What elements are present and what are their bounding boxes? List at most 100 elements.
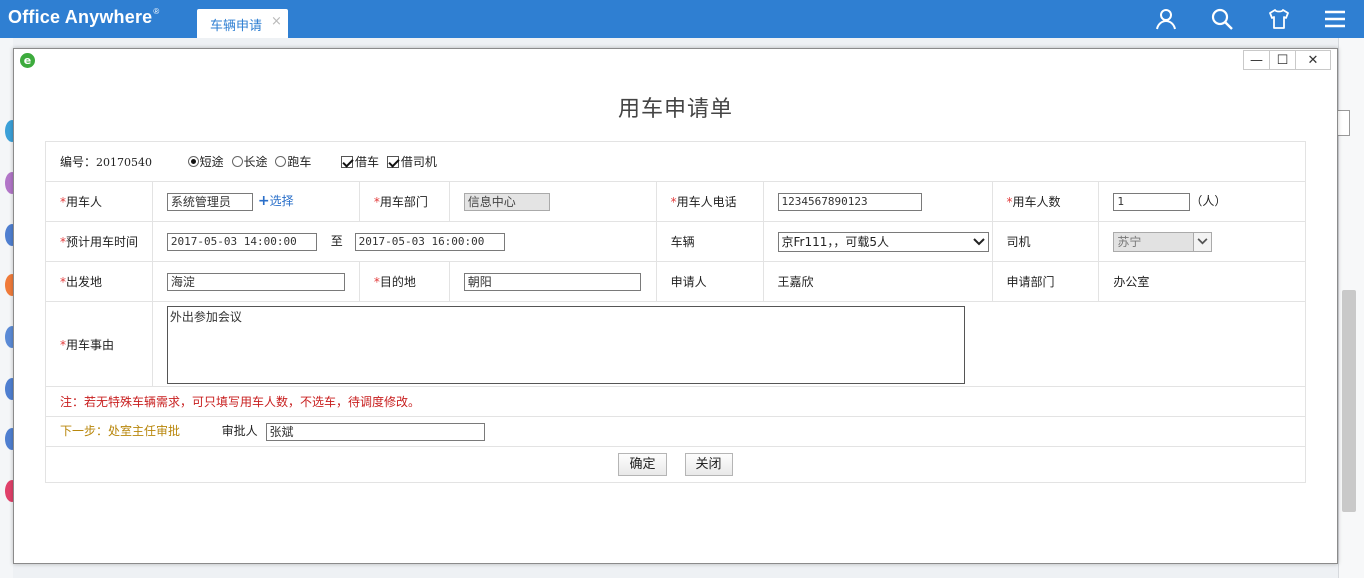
approval-cell: 下一步：处室主任审批 审批人 张斌	[45, 416, 1306, 447]
user-value-cell: 系统管理员 +选择	[151, 181, 360, 222]
application-form-table: 编号：20170540 短途 长途 跑车 借车 借司机 *用车人 系统管理员 +选…	[45, 141, 1307, 483]
phone-value-cell: 1234567890123	[762, 181, 993, 222]
vehicle-label-cell: 车辆	[655, 221, 764, 262]
origin-field[interactable]: 海淀	[166, 272, 345, 291]
applicant-dept-value: 办公室	[1113, 275, 1150, 289]
borrow-driver-option[interactable]: 借司机	[386, 155, 437, 169]
reason-label: 用车事由	[66, 337, 115, 352]
driver-value-cell: 苏宁	[1098, 221, 1306, 262]
trip-type-long[interactable]: 长途	[231, 155, 268, 169]
reason-textarea[interactable]: 外出参加会议	[166, 306, 965, 384]
form-row-route: *出发地 海淀 *目的地 朝阳 申请人 王嘉欣 申请部门 办公室	[45, 261, 1306, 302]
minimize-button[interactable]: —	[1243, 50, 1269, 70]
close-button[interactable]: ✕	[1295, 50, 1331, 70]
origin-label: 出发地	[66, 275, 103, 289]
tab-close-icon[interactable]: ×	[271, 14, 282, 29]
origin-value-cell: 海淀	[151, 261, 360, 302]
vehicle-select[interactable]: 京Fr111，，可载5人	[777, 231, 989, 252]
form-row-reason: *用车事由 外出参加会议	[45, 301, 1307, 387]
count-unit: （人）	[1190, 194, 1227, 209]
dest-field[interactable]: 朝阳	[463, 272, 641, 291]
vehicle-value-cell: 京Fr111，，可载5人	[762, 221, 993, 262]
user-field[interactable]: 系统管理员	[166, 192, 253, 211]
count-value-cell: 1 （人）	[1098, 181, 1306, 222]
reason-label-cell: *用车事由	[45, 301, 153, 387]
user-icon[interactable]	[1154, 7, 1178, 31]
approver-field[interactable]: 张斌	[265, 422, 485, 441]
number-value: 20170540	[96, 156, 153, 169]
browser-icon: e	[20, 53, 35, 68]
background-sidebar	[0, 38, 19, 578]
borrow-driver-checkbox[interactable]	[386, 156, 399, 168]
phone-field[interactable]: 1234567890123	[777, 192, 922, 211]
driver-label-cell: 司机	[991, 221, 1100, 262]
actions-cell: 确定 关闭	[45, 446, 1306, 483]
number-cell: 编号：20170540 短途 长途 跑车 借车 借司机	[45, 141, 1306, 182]
close-form-button[interactable]: 关闭	[684, 453, 733, 476]
chevron-down-icon	[1193, 232, 1212, 251]
radio-short-trip[interactable]	[187, 156, 199, 167]
menu-icon[interactable]	[1323, 7, 1347, 31]
applicant-dept-label-cell: 申请部门	[991, 261, 1100, 302]
search-icon[interactable]	[1210, 7, 1234, 31]
form-row-note: 注：若无特殊车辆需求，可只填写用车人数，不选车，待调度修改。	[45, 386, 1306, 417]
dept-field: 信息中心	[463, 192, 550, 211]
brand-logo[interactable]: Office Anywhere®	[8, 7, 159, 28]
user-label-cell: *用车人	[45, 181, 153, 222]
trip-type-sports[interactable]: 跑车	[275, 155, 311, 169]
applicant-label-cell: 申请人	[655, 261, 764, 302]
form-row-user: *用车人 系统管理员 +选择 *用车部门 信息中心 *用车人电话 12345678…	[45, 181, 1306, 222]
dept-value-cell: 信息中心	[448, 181, 657, 222]
trip-type-short[interactable]: 短途	[187, 155, 224, 169]
dest-label-cell: *目的地	[358, 261, 450, 302]
time-label-cell: *预计用车时间	[45, 221, 153, 262]
dept-label: 用车部门	[379, 195, 428, 209]
dest-label: 目的地	[379, 275, 416, 289]
form-row-actions: 确定 关闭	[45, 446, 1306, 483]
select-user-link[interactable]: +选择	[257, 193, 294, 210]
plus-icon: +	[257, 193, 270, 210]
driver-label: 司机	[1006, 235, 1031, 249]
borrow-car-checkbox[interactable]	[341, 156, 354, 168]
top-app-bar: Office Anywhere® 车辆申请 ×	[0, 0, 1364, 38]
shirt-icon[interactable]	[1267, 7, 1291, 31]
phone-label: 用车人电话	[676, 195, 737, 209]
count-field[interactable]: 1	[1113, 192, 1191, 211]
dept-label-cell: *用车部门	[358, 181, 450, 222]
end-time-field[interactable]: 2017-05-03 16:00:00	[354, 232, 505, 251]
window-controls: — ☐ ✕	[1243, 50, 1331, 70]
note-cell: 注：若无特殊车辆需求，可只填写用车人数，不选车，待调度修改。	[45, 386, 1306, 417]
start-time-field[interactable]: 2017-05-03 14:00:00	[166, 232, 317, 251]
maximize-button[interactable]: ☐	[1269, 50, 1295, 70]
form-row-approval: 下一步：处室主任审批 审批人 张斌	[45, 416, 1306, 447]
number-label: 编号：	[60, 155, 97, 169]
note-text: 注：若无特殊车辆需求，可只填写用车人数，不选车，待调度修改。	[60, 395, 421, 409]
radio-long-trip[interactable]	[231, 156, 243, 167]
form-row-time: *预计用车时间 2017-05-03 14:00:00 至 2017-05-03…	[45, 221, 1306, 262]
form-title: 用车申请单	[617, 97, 733, 122]
applicant-value-cell: 王嘉欣	[762, 261, 993, 302]
approver-label: 审批人	[221, 424, 258, 439]
phone-label-cell: *用车人电话	[655, 181, 764, 222]
tab-label: 车辆申请	[210, 19, 263, 34]
count-label-cell: *用车人数	[991, 181, 1100, 222]
reason-value-cell: 外出参加会议	[151, 301, 1307, 387]
next-step-text: 下一步：处室主任审批	[60, 424, 181, 439]
driver-select[interactable]: 苏宁	[1113, 231, 1213, 252]
applicant-dept-label: 申请部门	[1006, 275, 1055, 289]
time-separator: 至	[330, 234, 343, 249]
time-value-cell: 2017-05-03 14:00:00 至 2017-05-03 16:00:0…	[151, 221, 657, 262]
radio-sports-car[interactable]	[275, 156, 287, 167]
origin-label-cell: *出发地	[45, 261, 153, 302]
confirm-button[interactable]: 确定	[618, 453, 667, 476]
borrow-car-option[interactable]: 借车	[341, 155, 379, 169]
chevron-down-icon	[970, 233, 988, 251]
tab-vehicle-application[interactable]: 车辆申请 ×	[197, 9, 288, 38]
dest-value-cell: 朝阳	[448, 261, 657, 302]
dialog-titlebar[interactable]: e — ☐ ✕	[14, 49, 1337, 73]
vehicle-label: 车辆	[670, 235, 695, 249]
background-field	[1336, 110, 1350, 136]
background-scrollbar[interactable]	[1342, 290, 1356, 512]
count-label: 用车人数	[1012, 195, 1061, 209]
applicant-dept-value-cell: 办公室	[1098, 261, 1306, 302]
